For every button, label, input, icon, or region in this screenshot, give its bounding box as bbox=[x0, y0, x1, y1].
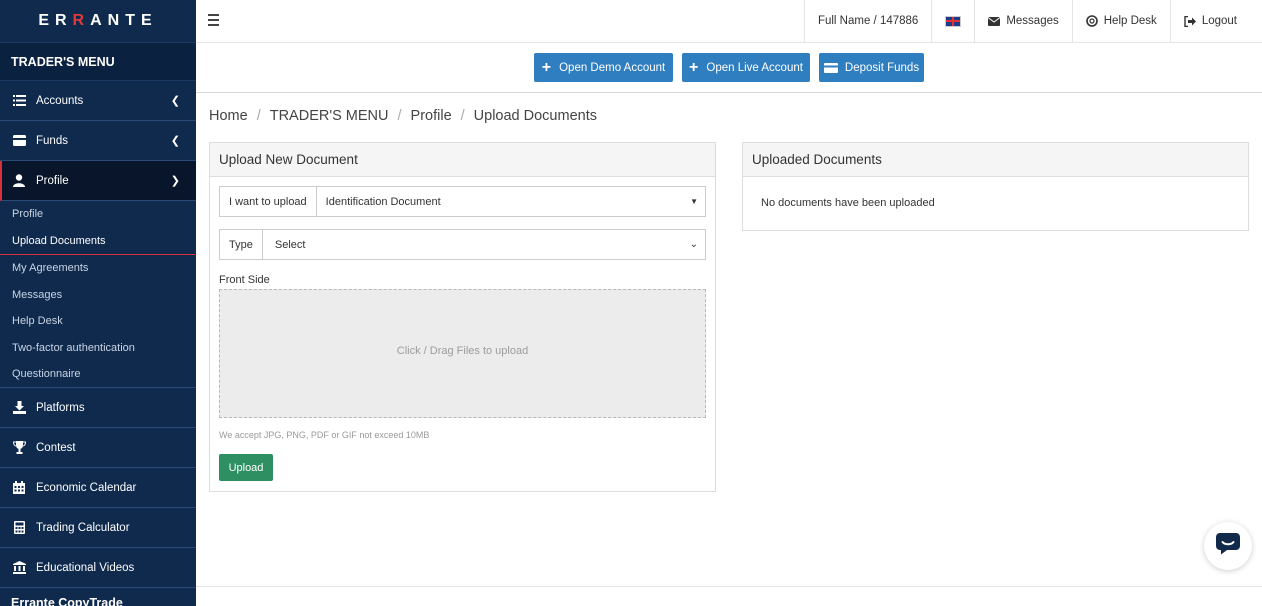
sidebar-item-label: Platforms bbox=[36, 401, 85, 414]
logo-text-pre: ER bbox=[38, 12, 73, 29]
sidebar-item-funds[interactable]: Funds ❮ bbox=[0, 121, 196, 161]
sidebar-item-label: Accounts bbox=[36, 94, 84, 107]
logo-text-x: R bbox=[72, 12, 91, 29]
submenu-upload-documents[interactable]: Upload Documents bbox=[0, 228, 196, 255]
user-account[interactable]: Full Name / 147886 bbox=[803, 0, 931, 42]
sidebar: ER R ANTE TRADER'S MENU Accounts ❮ Funds ❮… bbox=[0, 0, 196, 606]
empty-state-message: No documents have been uploaded bbox=[761, 197, 935, 209]
institution-icon bbox=[12, 561, 26, 575]
upload-button[interactable]: Upload bbox=[219, 454, 273, 481]
trophy-icon bbox=[12, 441, 26, 455]
breadcrumb-profile[interactable]: Profile bbox=[411, 108, 452, 124]
open-demo-account-button[interactable]: + Open Demo Account bbox=[534, 53, 673, 82]
download-icon bbox=[12, 401, 26, 415]
messages-label: Messages bbox=[1006, 15, 1059, 27]
logo[interactable]: ER R ANTE bbox=[0, 0, 196, 42]
user-icon bbox=[12, 174, 26, 188]
caret-down-icon: ▼ bbox=[690, 197, 698, 206]
footer-divider bbox=[196, 586, 1262, 587]
breadcrumb-separator: / bbox=[256, 108, 261, 124]
upload-type-select[interactable]: I want to upload Identification Document… bbox=[219, 186, 706, 217]
help-desk-link[interactable]: Help Desk bbox=[1071, 0, 1170, 42]
logout-link[interactable]: Logout bbox=[1169, 0, 1262, 42]
breadcrumb-separator: / bbox=[397, 108, 402, 124]
logout-icon bbox=[1184, 15, 1196, 27]
top-bar: Full Name / 147886 Messages Help Desk Lo… bbox=[196, 0, 1262, 43]
logo-text-post: ANTE bbox=[90, 12, 158, 29]
breadcrumb-separator: / bbox=[460, 108, 465, 124]
sidebar-item-contest[interactable]: Contest bbox=[0, 428, 196, 468]
open-live-account-button[interactable]: + Open Live Account bbox=[682, 53, 810, 82]
sidebar-item-educational-videos[interactable]: Educational Videos bbox=[0, 548, 196, 588]
chevron-down-icon: ❯ bbox=[170, 175, 180, 187]
file-drop-zone[interactable]: Click / Drag Files to upload bbox=[219, 289, 706, 418]
type-select-value: Select bbox=[274, 238, 306, 251]
sidebar-item-trading-calculator[interactable]: Trading Calculator bbox=[0, 508, 196, 548]
submenu-two-factor[interactable]: Two-factor authentication bbox=[0, 335, 196, 362]
panel-title: Upload New Document bbox=[210, 143, 715, 177]
breadcrumb-traders-menu[interactable]: TRADER'S MENU bbox=[270, 108, 389, 124]
help-desk-label: Help Desk bbox=[1103, 15, 1157, 27]
submenu-messages[interactable]: Messages bbox=[0, 282, 196, 309]
button-label: Open Demo Account bbox=[559, 61, 666, 74]
breadcrumb-current: Upload Documents bbox=[473, 108, 597, 124]
wallet-icon bbox=[12, 134, 26, 148]
credit-card-icon bbox=[823, 62, 838, 73]
submenu-questionnaire[interactable]: Questionnaire bbox=[0, 361, 196, 388]
sidebar-item-label: Funds bbox=[36, 134, 68, 147]
drop-zone-text: Click / Drag Files to upload bbox=[396, 344, 529, 357]
accepted-formats-note: We accept JPG, PNG, PDF or GIF not excee… bbox=[219, 430, 430, 440]
logout-label: Logout bbox=[1201, 15, 1237, 27]
type-select-label: Type bbox=[220, 230, 263, 259]
sidebar-item-label: Errante CopyTrade bbox=[11, 596, 123, 606]
upload-document-panel: Upload New Document I want to upload Ide… bbox=[209, 142, 716, 492]
upload-select-label: I want to upload bbox=[220, 187, 317, 216]
profile-submenu: Profile Upload Documents My Agreements M… bbox=[0, 201, 196, 388]
sidebar-item-label: Contest bbox=[36, 441, 76, 454]
live-chat-button[interactable] bbox=[1204, 522, 1252, 570]
sidebar-item-label: Profile bbox=[36, 174, 69, 187]
deposit-funds-button[interactable]: Deposit Funds bbox=[819, 53, 924, 82]
sidebar-item-label: Educational Videos bbox=[36, 561, 135, 574]
chat-bubble-icon bbox=[1215, 532, 1241, 561]
sidebar-item-profile[interactable]: Profile ❯ bbox=[0, 161, 196, 201]
submenu-profile[interactable]: Profile bbox=[0, 201, 196, 228]
button-label: Deposit Funds bbox=[844, 61, 920, 74]
top-right-menu: Full Name / 147886 Messages Help Desk Lo… bbox=[803, 0, 1262, 42]
chevron-left-icon: ❮ bbox=[170, 95, 180, 107]
breadcrumb-home[interactable]: Home bbox=[209, 108, 248, 124]
plus-icon: + bbox=[689, 58, 699, 76]
uploaded-documents-panel: Uploaded Documents No documents have bee… bbox=[742, 142, 1249, 231]
document-type-select[interactable]: Type Select ⌄ bbox=[219, 229, 706, 260]
calculator-icon bbox=[12, 521, 26, 535]
calendar-icon bbox=[12, 481, 26, 495]
chevron-down-icon: ⌄ bbox=[689, 239, 698, 250]
traders-menu-title: TRADER'S MENU bbox=[0, 42, 196, 81]
sidebar-item-copytrade[interactable]: Errante CopyTrade bbox=[0, 588, 196, 606]
submenu-my-agreements[interactable]: My Agreements bbox=[0, 255, 196, 282]
uk-flag-icon bbox=[945, 15, 962, 27]
list-icon bbox=[12, 94, 26, 108]
action-bar: + Open Demo Account + Open Live Account … bbox=[196, 43, 1262, 93]
sidebar-item-platforms[interactable]: Platforms bbox=[0, 388, 196, 428]
panel-title: Uploaded Documents bbox=[743, 143, 1248, 177]
button-label: Open Live Account bbox=[706, 61, 803, 74]
chevron-left-icon: ❮ bbox=[170, 135, 180, 147]
sidebar-item-label: Economic Calendar bbox=[36, 481, 137, 494]
sidebar-item-economic-calendar[interactable]: Economic Calendar bbox=[0, 468, 196, 508]
submenu-help-desk[interactable]: Help Desk bbox=[0, 308, 196, 335]
envelope-icon bbox=[988, 16, 1001, 26]
breadcrumb: Home / TRADER'S MENU / Profile / Upload Docume… bbox=[209, 108, 597, 124]
front-side-label: Front Side bbox=[219, 274, 270, 286]
plus-icon: + bbox=[541, 58, 552, 76]
upload-select-value: Identification Document bbox=[325, 195, 441, 208]
language-selector[interactable] bbox=[931, 0, 974, 42]
hamburger-menu-icon[interactable] bbox=[208, 14, 219, 29]
lifebuoy-icon bbox=[1085, 15, 1098, 27]
sidebar-item-label: Trading Calculator bbox=[36, 521, 130, 534]
sidebar-item-accounts[interactable]: Accounts ❮ bbox=[0, 81, 196, 121]
messages-link[interactable]: Messages bbox=[974, 0, 1071, 42]
